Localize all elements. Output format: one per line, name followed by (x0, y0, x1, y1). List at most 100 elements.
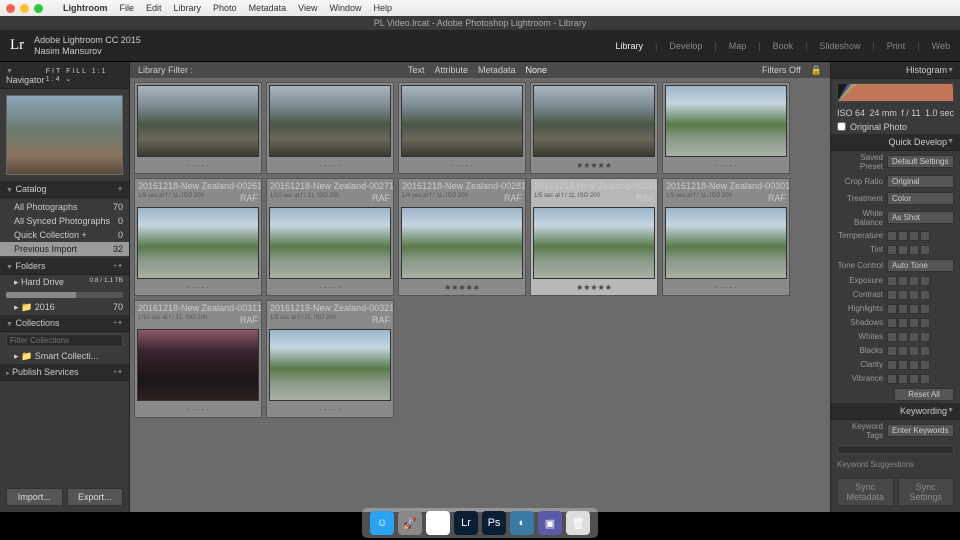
stepper-button[interactable] (920, 360, 930, 370)
stepper-button[interactable] (898, 318, 908, 328)
dock-lightroom[interactable]: Lr (454, 511, 478, 535)
module-library[interactable]: Library (615, 41, 643, 51)
rating-stars[interactable]: · · · · · (663, 281, 789, 295)
stepper-button[interactable] (920, 332, 930, 342)
navigator-preview[interactable] (6, 95, 123, 175)
filter-none[interactable]: None (526, 65, 548, 75)
keyword-entry[interactable] (837, 445, 954, 454)
menu-library[interactable]: Library (174, 3, 202, 13)
navigator-header[interactable]: ▼ Navigator FIT FILL 1:1 1:4 ⌄ (0, 62, 129, 89)
stepper-button[interactable] (898, 245, 908, 255)
thumbnail-cell[interactable]: ★★★★★ (530, 82, 658, 174)
stepper-button[interactable] (887, 318, 897, 328)
menu-photo[interactable]: Photo (213, 3, 237, 13)
dock-photoshop[interactable]: Ps (482, 511, 506, 535)
stepper-button[interactable] (898, 231, 908, 241)
stepper-button[interactable] (920, 374, 930, 384)
thumbnail-cell[interactable]: 20161218-New Zealand-003112/18/16 10:09:… (134, 300, 262, 418)
collections-filter[interactable] (6, 334, 123, 347)
zoom-dot[interactable] (34, 4, 43, 13)
module-web[interactable]: Web (932, 41, 950, 51)
rating-stars[interactable]: · · · · · (135, 281, 261, 295)
stepper-button[interactable] (898, 304, 908, 314)
thumbnail-cell[interactable]: · · · · · (266, 82, 394, 174)
stepper-button[interactable] (898, 276, 908, 286)
stepper-button[interactable] (909, 304, 919, 314)
dock-app6[interactable]: ◐ (510, 511, 534, 535)
stepper-button[interactable] (909, 245, 919, 255)
keywording-header[interactable]: Keywording ▼ (831, 403, 960, 420)
stepper-button[interactable] (909, 290, 919, 300)
menu-window[interactable]: Window (329, 3, 361, 13)
stepper-button[interactable] (887, 332, 897, 342)
stepper-button[interactable] (898, 374, 908, 384)
sync-metadata-button[interactable]: Sync Metadata (837, 478, 894, 506)
thumbnail-image[interactable] (137, 207, 259, 279)
catalog-item[interactable]: Quick Collection +0 (0, 228, 129, 242)
stepper-button[interactable] (887, 346, 897, 356)
thumbnail-image[interactable] (269, 207, 391, 279)
stepper-button[interactable] (898, 360, 908, 370)
thumbnail-cell[interactable]: · · · · · (662, 82, 790, 174)
stepper-button[interactable] (920, 290, 930, 300)
thumbnail-image[interactable] (269, 329, 391, 401)
reset-all-button[interactable]: Reset All (894, 388, 954, 401)
sync-settings-button[interactable]: Sync Settings (898, 478, 955, 506)
dock-chrome[interactable]: ◉ (426, 511, 450, 535)
module-print[interactable]: Print (887, 41, 906, 51)
histogram-header[interactable]: Histogram ▼ (831, 62, 960, 79)
stepper-button[interactable] (909, 360, 919, 370)
dock-launchpad[interactable]: 🚀 (398, 511, 422, 535)
folder-2016[interactable]: ▸ 📁 2016 70 (0, 300, 129, 315)
stepper-button[interactable] (909, 318, 919, 328)
catalog-item[interactable]: All Synced Photographs0 (0, 214, 129, 228)
rating-stars[interactable]: ★★★★★ (399, 281, 525, 295)
rating-stars[interactable]: · · · · · (135, 403, 261, 417)
menu-help[interactable]: Help (373, 3, 392, 13)
thumbnail-cell[interactable]: 20161218-New Zealand-002912/18/16…9:45 A… (530, 178, 658, 296)
thumbnail-cell[interactable]: 20161218-New Zealand-002812/18/16…9:44 A… (398, 178, 526, 296)
import-button[interactable]: Import... (6, 488, 63, 506)
rating-stars[interactable]: ★★★★★ (531, 281, 657, 295)
thumbnail-cell[interactable]: 20161218-New Zealand-003212/18/16 1:20:2… (266, 300, 394, 418)
catalog-item[interactable]: All Photographs70 (0, 200, 129, 214)
rating-stars[interactable]: · · · · · (135, 159, 261, 173)
folders-header[interactable]: ▼ Folders+✦ (0, 258, 129, 275)
rating-stars[interactable]: · · · · · (663, 159, 789, 173)
dock-finder[interactable]: ☺ (370, 511, 394, 535)
dock-app7[interactable]: ▣ (538, 511, 562, 535)
stepper-button[interactable] (920, 276, 930, 286)
filter-attribute[interactable]: Attribute (434, 65, 468, 75)
thumbnail-image[interactable] (401, 85, 523, 157)
thumbnail-image[interactable] (137, 85, 259, 157)
thumbnail-image[interactable] (533, 85, 655, 157)
rating-stars[interactable]: ★★★★★ (531, 159, 657, 173)
menu-app[interactable]: Lightroom (63, 3, 108, 13)
preset-dropdown[interactable]: Default Settings (887, 155, 954, 168)
stepper-button[interactable] (898, 332, 908, 342)
autotone-button[interactable]: Auto Tone (887, 259, 954, 272)
rating-stars[interactable]: · · · · · (267, 159, 393, 173)
crop-dropdown[interactable]: Original (887, 175, 954, 188)
stepper-button[interactable] (887, 231, 897, 241)
stepper-button[interactable] (898, 346, 908, 356)
stepper-button[interactable] (920, 318, 930, 328)
filter-lock-icon[interactable]: 🔒 (811, 65, 822, 76)
rating-stars[interactable]: · · · · · (267, 281, 393, 295)
smart-collections[interactable]: ▸ 📁 Smart Collecti... (0, 349, 129, 364)
minimize-dot[interactable] (20, 4, 29, 13)
publish-header[interactable]: ▸ Publish Services+✦ (0, 364, 129, 381)
thumbnail-cell[interactable]: · · · · · (398, 82, 526, 174)
filters-off[interactable]: Filters Off (762, 65, 801, 75)
menu-view[interactable]: View (298, 3, 317, 13)
histogram[interactable] (837, 83, 954, 102)
thumbnail-image[interactable] (665, 207, 787, 279)
thumbnail-cell[interactable]: 20161218-New Zealand-002612/18/16…9:17 A… (134, 178, 262, 296)
thumbnail-image[interactable] (269, 85, 391, 157)
filter-text[interactable]: Text (408, 65, 425, 75)
stepper-button[interactable] (920, 245, 930, 255)
rating-stars[interactable]: · · · · · (267, 403, 393, 417)
keyword-tags-dropdown[interactable]: Enter Keywords (887, 424, 954, 437)
stepper-button[interactable] (909, 346, 919, 356)
collections-header[interactable]: ▼ Collections+✦ (0, 315, 129, 332)
